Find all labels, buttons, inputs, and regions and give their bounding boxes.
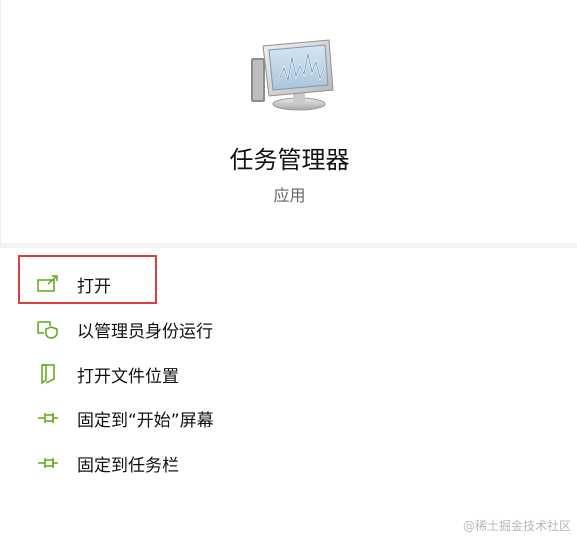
watermark: @稀土掘金技术社区 xyxy=(462,519,571,533)
shield-admin-icon xyxy=(35,318,61,340)
menu-item-label: 以管理员身份运行 xyxy=(77,321,213,342)
app-header: 任务管理器 应用 xyxy=(0,0,577,243)
menu-item-label: 打开 xyxy=(77,276,111,297)
menu-item-pin-to-start[interactable]: 固定到“开始”屏幕 xyxy=(20,396,420,440)
menu-item-run-as-admin[interactable]: 以管理员身份运行 xyxy=(20,307,420,351)
pin-icon xyxy=(35,407,61,429)
menu-item-pin-to-taskbar[interactable]: 固定到任务栏 xyxy=(20,441,420,485)
menu-item-open-file-location[interactable]: 打开文件位置 xyxy=(20,352,420,396)
section-divider xyxy=(0,243,577,248)
menu-item-label: 固定到任务栏 xyxy=(77,455,179,476)
app-subtitle: 应用 xyxy=(273,186,306,205)
pin-icon xyxy=(35,452,61,474)
menu-item-open[interactable]: 打开 xyxy=(20,262,420,306)
file-location-icon xyxy=(35,363,61,385)
menu-item-label: 打开文件位置 xyxy=(77,366,179,387)
menu-item-label: 固定到“开始”屏幕 xyxy=(77,410,214,431)
task-manager-app-icon xyxy=(247,38,339,112)
jump-list-panel: 任务管理器 应用 打开 以管理员身份运行 打开文件位置 固定到“开始”屏幕 固定… xyxy=(0,0,577,540)
open-external-icon xyxy=(35,273,61,295)
app-title: 任务管理器 xyxy=(229,146,350,174)
